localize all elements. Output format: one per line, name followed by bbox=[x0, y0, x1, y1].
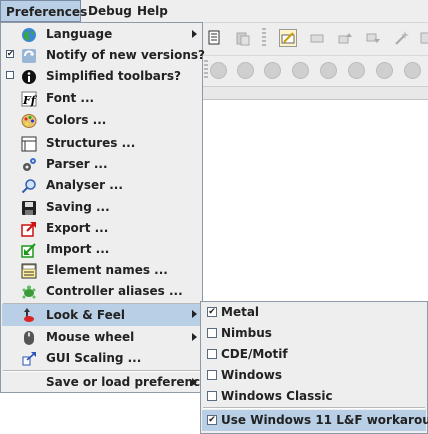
menu-item-language[interactable]: Language bbox=[2, 24, 202, 45]
checkbox-unchecked[interactable] bbox=[207, 370, 217, 380]
menu-item-saving[interactable]: Saving ... bbox=[2, 197, 202, 218]
menu-separator bbox=[203, 407, 425, 409]
element-button[interactable] bbox=[264, 62, 281, 79]
toolbar-elements bbox=[200, 56, 428, 87]
preferences-menu: Language ✔ Notify of new versions? Simpl… bbox=[0, 22, 215, 393]
laf-option-nimbus[interactable]: Nimbus bbox=[202, 323, 426, 344]
menu-item-analyser[interactable]: Analyser ... bbox=[2, 175, 202, 196]
menu-item-import[interactable]: Import ... bbox=[2, 239, 202, 260]
menu-item-structures[interactable]: Structures ... bbox=[2, 133, 202, 154]
info-icon bbox=[20, 68, 37, 85]
menu-item-gui-scaling[interactable]: GUI Scaling ... bbox=[2, 348, 202, 369]
menu-bar: Preferences Debug Help bbox=[0, 0, 428, 23]
export-icon bbox=[20, 220, 37, 237]
menu-item-simplified-toolbars[interactable]: Simplified toolbars? bbox=[2, 66, 202, 87]
checkbox-checked[interactable]: ✔ bbox=[207, 307, 217, 317]
laf-icon bbox=[20, 306, 37, 323]
menu-item-look-and-feel[interactable]: Look & Feel bbox=[2, 304, 202, 326]
element-button[interactable] bbox=[348, 62, 365, 79]
menu-help[interactable]: Help bbox=[137, 0, 168, 22]
menu-item-notify-new-versions[interactable]: ✔ Notify of new versions? bbox=[2, 45, 205, 66]
globe-icon bbox=[20, 26, 37, 43]
menu-preferences[interactable]: Preferences bbox=[0, 0, 87, 22]
laf-option-metal[interactable]: ✔ Metal bbox=[202, 302, 426, 323]
parser-icon bbox=[20, 156, 37, 173]
checkbox-checked[interactable]: ✔ bbox=[207, 415, 217, 425]
menu-item-export[interactable]: Export ... bbox=[2, 218, 202, 239]
menu-item-controller-aliases[interactable]: Controller aliases ... bbox=[2, 281, 202, 302]
scaling-icon bbox=[20, 350, 37, 367]
element-button[interactable] bbox=[376, 62, 393, 79]
checkbox-checked[interactable]: ✔ bbox=[6, 50, 14, 58]
toolbar-grip[interactable] bbox=[262, 28, 266, 48]
menu-debug[interactable]: Debug bbox=[88, 0, 132, 22]
laf-option-cde-motif[interactable]: CDE/Motif bbox=[202, 344, 426, 365]
outline-icon[interactable] bbox=[416, 29, 428, 47]
chevron-right-icon bbox=[192, 378, 197, 386]
menu-item-save-load-preferences[interactable]: Save or load preferences bbox=[2, 372, 215, 393]
turtle-icon bbox=[20, 283, 37, 300]
look-and-feel-submenu: ✔ Metal Nimbus CDE/Motif Windows Windows… bbox=[200, 301, 428, 434]
checkbox-unchecked[interactable] bbox=[207, 391, 217, 401]
palette-icon bbox=[20, 112, 37, 129]
magnifier-icon bbox=[20, 177, 37, 194]
element-button[interactable] bbox=[320, 62, 337, 79]
chevron-right-icon bbox=[192, 310, 197, 318]
magic-wand-icon[interactable] bbox=[392, 29, 410, 47]
element-button[interactable] bbox=[237, 62, 254, 79]
mouse-icon bbox=[20, 329, 37, 346]
laf-option-windows[interactable]: Windows bbox=[202, 365, 426, 386]
font-icon: Ff bbox=[20, 90, 37, 107]
checkbox-unchecked[interactable] bbox=[207, 328, 217, 338]
floppy-icon bbox=[20, 199, 37, 216]
chevron-right-icon bbox=[192, 333, 197, 341]
element-button[interactable] bbox=[404, 62, 421, 79]
laf-option-windows-classic[interactable]: Windows Classic bbox=[202, 386, 426, 407]
update-icon bbox=[20, 47, 37, 64]
move-down-icon[interactable] bbox=[364, 29, 382, 47]
laf-option-windows11-workaround[interactable]: ✔ Use Windows 11 L&F workaround bbox=[202, 410, 428, 431]
menu-item-colors[interactable]: Colors ... bbox=[2, 110, 202, 131]
toolbar-top bbox=[200, 23, 428, 56]
transmute-icon[interactable] bbox=[308, 29, 326, 47]
element-button[interactable] bbox=[210, 62, 227, 79]
svg-text:Ff: Ff bbox=[22, 94, 37, 107]
menu-item-mouse-wheel[interactable]: Mouse wheel bbox=[2, 327, 202, 348]
menu-item-element-names[interactable]: Element names ... bbox=[2, 260, 202, 281]
chevron-right-icon bbox=[192, 30, 197, 38]
checkbox-unchecked[interactable] bbox=[6, 71, 14, 79]
element-names-icon bbox=[20, 262, 37, 279]
menu-item-parser[interactable]: Parser ... bbox=[2, 154, 202, 175]
paste-icon[interactable] bbox=[234, 29, 252, 47]
editor-tab-strip bbox=[200, 87, 428, 100]
edit-element-icon[interactable] bbox=[279, 29, 297, 47]
checkbox-unchecked[interactable] bbox=[207, 349, 217, 359]
move-up-icon[interactable] bbox=[336, 29, 354, 47]
import-icon bbox=[20, 241, 37, 258]
menu-item-font[interactable]: Ff Font ... bbox=[2, 88, 202, 109]
copy-diagram-icon[interactable] bbox=[206, 29, 224, 47]
structure-icon bbox=[20, 135, 37, 152]
element-button[interactable] bbox=[292, 62, 309, 79]
